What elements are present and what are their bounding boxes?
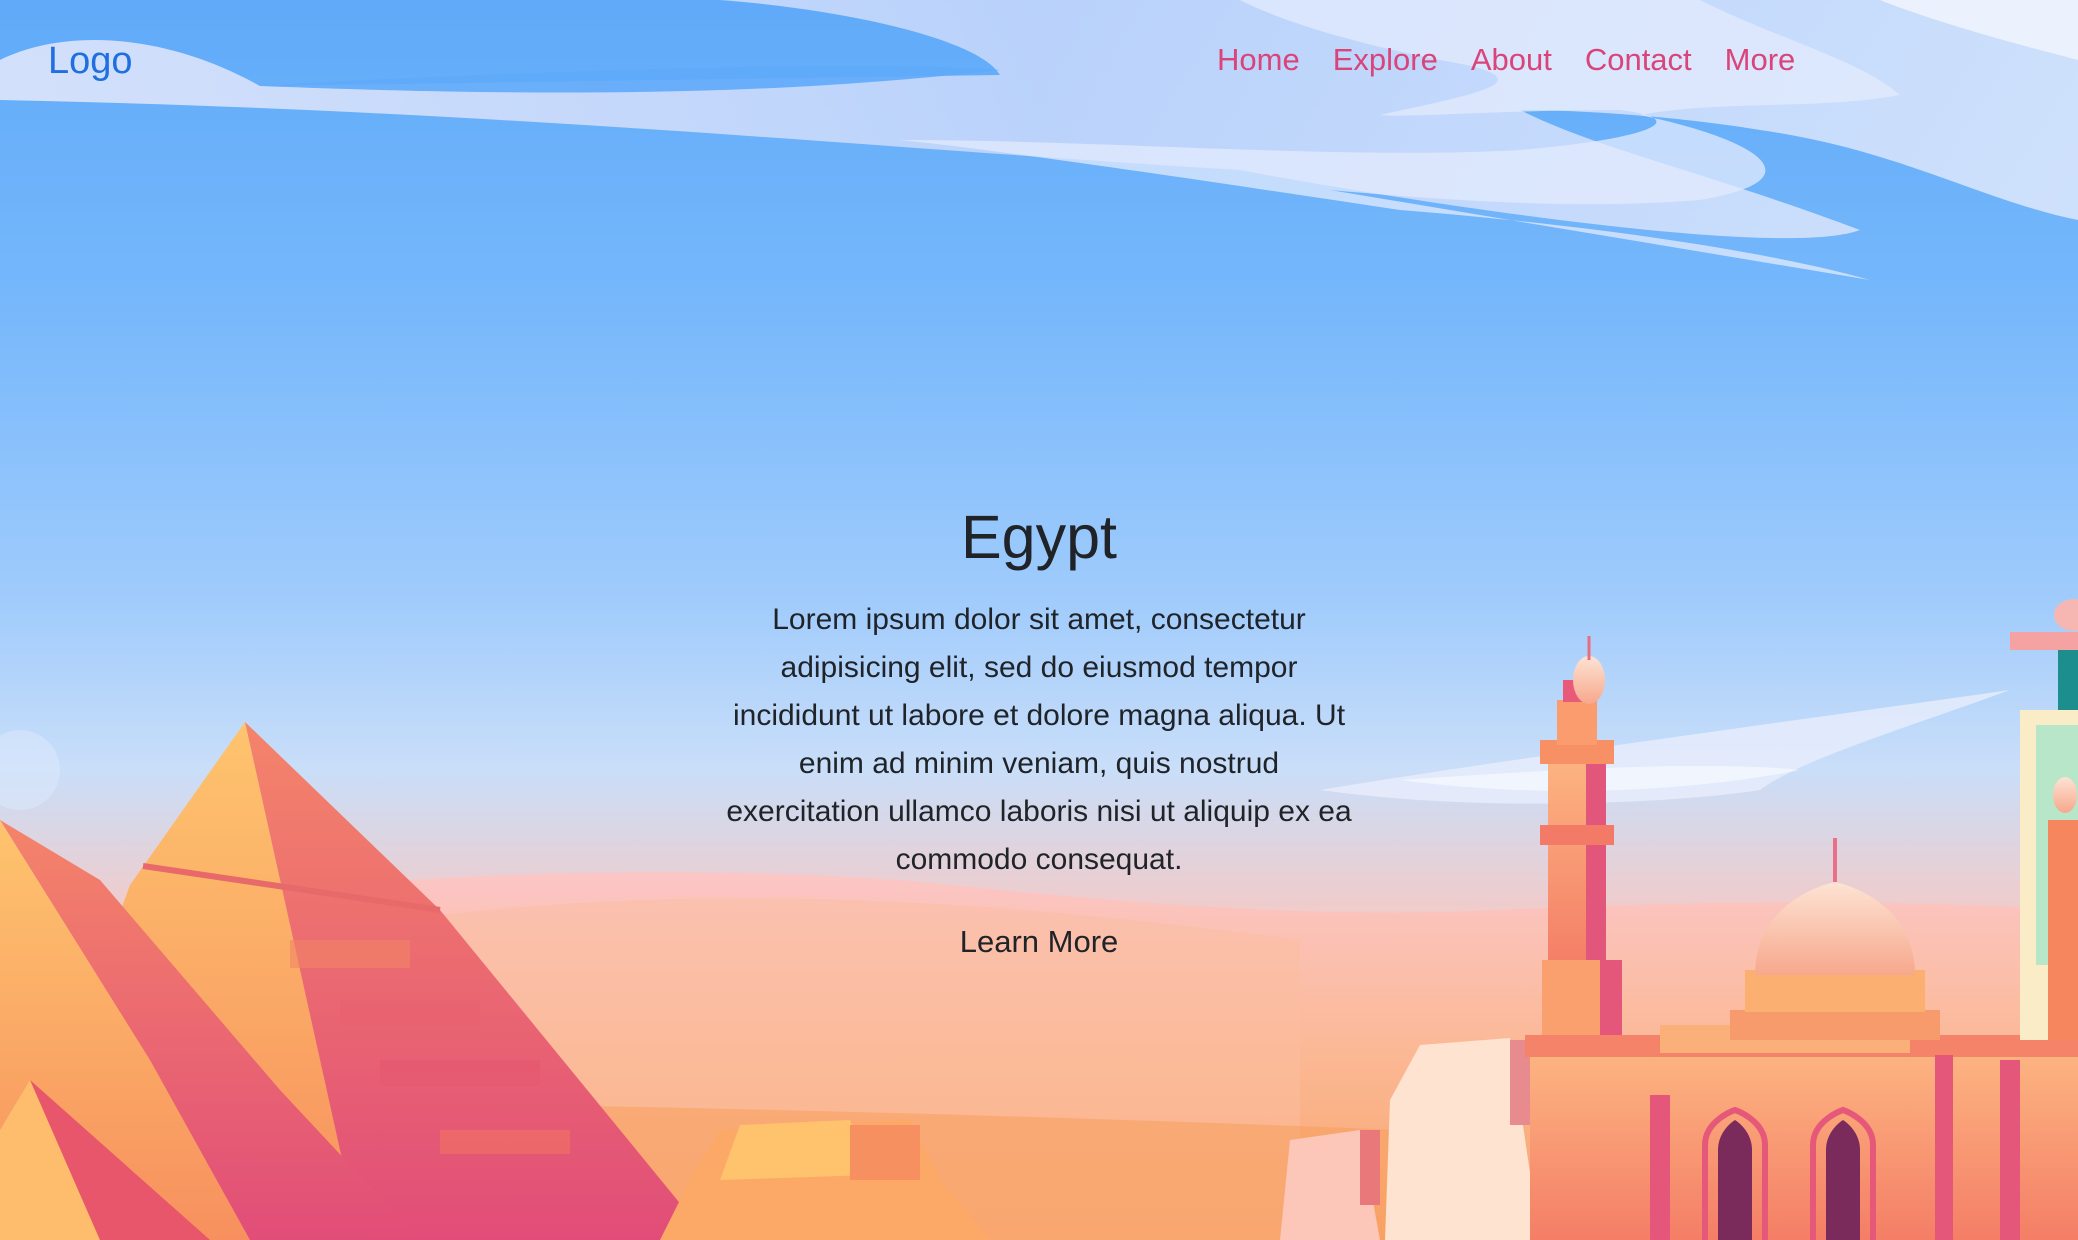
hero-title: Egypt [961, 503, 1117, 571]
nav-more-link[interactable]: More [1725, 42, 1796, 78]
nav-home-link[interactable]: Home [1217, 42, 1300, 78]
nav-links: Home Explore About Contact More [1217, 42, 1828, 78]
nav-about-link[interactable]: About [1471, 42, 1552, 78]
hero-description: Lorem ipsum dolor sit amet, consectetur … [726, 603, 1352, 876]
nav-contact-link[interactable]: Contact [1585, 42, 1692, 78]
hero-page: Logo Home Explore About Contact More Egy… [0, 0, 2078, 1240]
nav-explore-link[interactable]: Explore [1333, 42, 1438, 78]
learn-more-button[interactable]: Learn More [960, 924, 1119, 960]
hero-section: Egypt Lorem ipsum dolor sit amet, consec… [689, 500, 1389, 960]
top-navbar: Logo Home Explore About Contact More [0, 0, 2078, 125]
logo-link[interactable]: Logo [48, 40, 133, 83]
